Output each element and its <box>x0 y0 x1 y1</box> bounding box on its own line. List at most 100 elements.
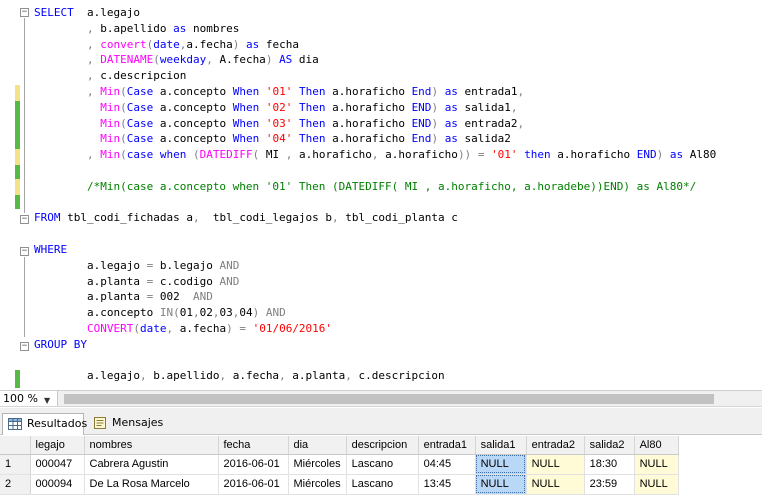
code-line[interactable]: a.legajo, b.apellido, a.fecha, a.planta,… <box>34 368 716 384</box>
column-header[interactable]: salida1 <box>475 436 527 455</box>
horizontal-scrollbar[interactable] <box>60 394 760 404</box>
column-header[interactable]: nombres <box>84 436 219 455</box>
code-token: entrada1 <box>457 84 518 98</box>
column-header[interactable]: fecha <box>218 436 289 455</box>
grid-cell[interactable]: Lascano <box>346 474 419 495</box>
code-line[interactable]: , c.descripcion <box>34 68 716 84</box>
code-line[interactable]: /*Min(case a.concepto when '01' Then (DA… <box>34 179 716 195</box>
code-line[interactable]: a.legajo = b.legajo AND <box>34 258 716 274</box>
grid-cell[interactable]: Lascano <box>346 454 419 475</box>
zoom-select[interactable]: 100 % ▼ <box>0 391 58 406</box>
column-header[interactable]: Al80 <box>634 436 679 455</box>
grid-cell[interactable]: 000094 <box>30 474 85 495</box>
change-marker-unsaved <box>15 179 20 195</box>
column-header[interactable]: salida2 <box>584 436 635 455</box>
code-token: , <box>206 53 213 67</box>
grid-cell[interactable]: 000047 <box>30 454 85 475</box>
grid-cell[interactable]: 2016-06-01 <box>218 454 289 475</box>
row-number[interactable]: 1 <box>0 454 31 475</box>
code-line[interactable]: , DATENAME(weekday, A.fecha) AS dia <box>34 52 716 68</box>
column-header[interactable]: legajo <box>30 436 85 455</box>
code-line[interactable]: FROM tbl_codi_fichadas a, tbl_codi_legaj… <box>34 210 716 226</box>
query-editor[interactable]: − − − − SELECT a.legajo , b.apellido as … <box>0 0 762 390</box>
code-line[interactable]: a.planta = c.codigo AND <box>34 274 716 290</box>
grid-cell[interactable]: Cabrera Agustin <box>84 454 219 475</box>
code-token: , <box>86 53 94 67</box>
grid-cell[interactable]: 13:45 <box>418 474 476 495</box>
code-token: Min <box>100 148 121 162</box>
code-token: fecha <box>259 37 299 51</box>
grid-cell[interactable]: De La Rosa Marcelo <box>84 474 219 495</box>
grid-cell[interactable]: 18:30 <box>584 454 635 475</box>
change-marker-saved <box>15 195 20 209</box>
grid-cell[interactable]: NULL <box>526 454 585 475</box>
column-header[interactable]: entrada2 <box>526 436 585 455</box>
code-token: ( <box>153 53 160 67</box>
grid-cell-selected[interactable]: NULL <box>475 474 527 495</box>
code-token: When <box>232 100 260 114</box>
grid-cell[interactable]: 23:59 <box>584 474 635 495</box>
grid-cell[interactable]: NULL <box>634 454 679 475</box>
grid-cell[interactable]: 04:45 <box>418 454 476 475</box>
table-row[interactable]: 1 000047 Cabrera Agustin 2016-06-01 Miér… <box>0 454 679 475</box>
grid-cell[interactable]: NULL <box>526 474 585 495</box>
outline-line <box>24 18 25 213</box>
grid-cell[interactable]: Miércoles <box>288 454 347 475</box>
chevron-down-icon[interactable]: ▼ <box>44 393 50 408</box>
tab-resultados[interactable]: Resultados <box>2 413 87 435</box>
collapse-where-icon[interactable]: − <box>20 247 29 256</box>
column-header[interactable]: descripcion <box>346 436 419 455</box>
code-line[interactable] <box>34 226 716 242</box>
grid-cell[interactable]: 2016-06-01 <box>218 474 289 495</box>
code-line[interactable]: WHERE <box>34 242 716 258</box>
results-grid[interactable]: legajo nombres fecha dia descripcion ent… <box>0 436 762 498</box>
code-line[interactable]: a.planta = 002 AND <box>34 289 716 305</box>
column-header[interactable]: entrada1 <box>418 436 476 455</box>
code-line[interactable]: , convert(date,a.fecha) as fecha <box>34 37 716 53</box>
code-line[interactable]: , b.apellido as nombres <box>34 21 716 37</box>
code-line[interactable]: Min(Case a.concepto When '04' Then a.hor… <box>34 131 716 147</box>
code-line[interactable] <box>34 163 716 179</box>
code-token: as <box>245 37 260 51</box>
code-token: case <box>126 148 154 162</box>
scrollbar-thumb[interactable] <box>64 394 714 404</box>
code-token: /*Min(case a.concepto when '01' Then (DA… <box>86 179 697 193</box>
column-header[interactable]: dia <box>288 436 347 455</box>
grid-cell-selected[interactable]: NULL <box>475 454 527 475</box>
code-line[interactable] <box>34 195 716 211</box>
code-line[interactable]: Min(Case a.concepto When '03' Then a.hor… <box>34 116 716 132</box>
code-token: a.fecha <box>186 37 233 51</box>
code-line[interactable]: a.concepto IN(01,02,03,04) AND <box>34 305 716 321</box>
code-token: a.planta <box>34 274 147 288</box>
code-line[interactable]: SELECT a.legajo <box>34 5 716 21</box>
code-token: tbl_codi_planta c <box>338 211 458 225</box>
corner-cell[interactable] <box>0 436 31 455</box>
code-line[interactable]: GROUP BY <box>34 337 716 353</box>
collapse-groupby-icon[interactable]: − <box>20 342 29 351</box>
code-line[interactable]: Min(Case a.concepto When '02' Then a.hor… <box>34 100 716 116</box>
collapse-select-icon[interactable]: − <box>20 8 29 17</box>
code-token: ( <box>133 321 140 335</box>
tab-mensajes[interactable]: Mensajes <box>88 413 166 435</box>
sql-code[interactable]: SELECT a.legajo , b.apellido as nombres … <box>34 5 716 384</box>
code-line[interactable]: , Min(case when (DATEDIFF( MI , a.horafi… <box>34 147 716 163</box>
code-token: salida1 <box>457 100 511 114</box>
row-number[interactable]: 2 <box>0 474 31 495</box>
grid-cell[interactable]: Miércoles <box>288 474 347 495</box>
code-token: entrada2 <box>457 116 518 130</box>
grid-cell[interactable]: NULL <box>634 474 679 495</box>
collapse-from-icon[interactable]: − <box>20 215 29 224</box>
table-row[interactable]: 2 000094 De La Rosa Marcelo 2016-06-01 M… <box>0 474 679 495</box>
editor-gutter: − − − − <box>0 0 30 390</box>
code-line[interactable] <box>34 353 716 369</box>
code-line[interactable]: CONVERT(date, a.fecha) = '01/06/2016' <box>34 321 716 337</box>
code-line[interactable]: , Min(Case a.concepto When '01' Then a.h… <box>34 84 716 100</box>
change-marker-unsaved <box>15 85 20 101</box>
